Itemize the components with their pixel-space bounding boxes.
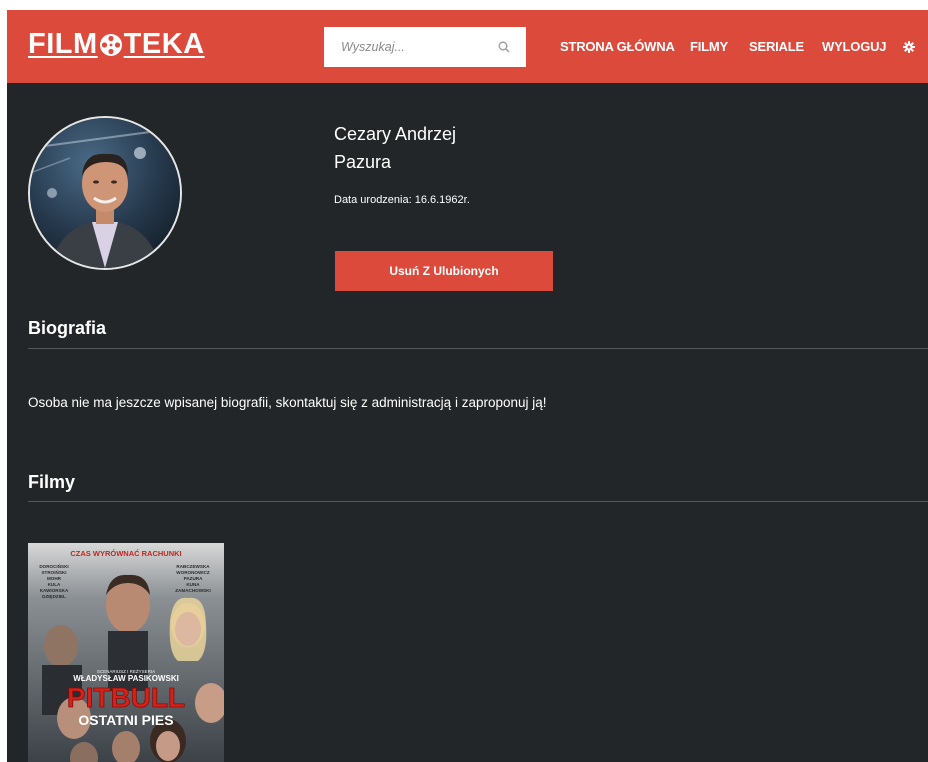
remove-favorite-button[interactable]: Usuń Z Ulubionych bbox=[335, 251, 553, 291]
poster-subtitle: OSTATNI PIES bbox=[78, 712, 173, 728]
page: FILM TEKA STRONA GŁÓWNA FILMY SERIALE WY… bbox=[7, 10, 928, 762]
nav-films[interactable]: FILMY bbox=[690, 39, 728, 54]
person-photo bbox=[30, 118, 180, 268]
search-box bbox=[324, 27, 526, 67]
search-icon[interactable] bbox=[498, 41, 510, 53]
poster-cast-left-2: STROIŃSKI bbox=[41, 568, 66, 575]
site-logo[interactable]: FILM TEKA bbox=[28, 28, 205, 61]
poster-cast-right-3: PAZURA bbox=[184, 576, 203, 581]
birth-date: Data urodzenia: 16.6.1962r. bbox=[334, 194, 470, 206]
logo-text-end: TEKA bbox=[123, 28, 205, 60]
film-reel-icon bbox=[99, 33, 122, 56]
poster-cast-left-4: KULA bbox=[48, 582, 61, 587]
person-name: Cezary Andrzej Pazura bbox=[334, 120, 554, 176]
poster-cast-left-3: MOHR bbox=[47, 576, 62, 581]
search-input[interactable] bbox=[324, 27, 489, 67]
nav-series[interactable]: SERIALE bbox=[749, 39, 804, 54]
biography-divider bbox=[28, 348, 928, 349]
poster-tagline: CZAS WYRÓWNAĆ RACHUNKI bbox=[70, 549, 181, 558]
poster-title: PITBULL bbox=[67, 682, 185, 713]
films-heading: Filmy bbox=[28, 472, 76, 492]
poster-cast-right-1: RABCZEWSKA bbox=[176, 564, 210, 569]
nav-home[interactable]: STRONA GŁÓWNA bbox=[560, 39, 675, 54]
gear-icon[interactable] bbox=[903, 41, 915, 53]
film-poster[interactable]: CZAS WYRÓWNAĆ RACHUNKI DOROCIŃSKI STROIŃ… bbox=[28, 543, 224, 762]
poster-cast-left-5: KAWIORSKA bbox=[40, 588, 69, 593]
poster-cast-right-2: WORONOWICZ bbox=[176, 570, 210, 575]
poster-cast-left-6: DZIĘDZIEL bbox=[42, 594, 66, 599]
logo-text-start: FILM bbox=[28, 28, 98, 60]
biography-text: Osoba nie ma jeszcze wpisanej biografii,… bbox=[28, 395, 547, 410]
person-last-name: Pazura bbox=[334, 152, 392, 172]
biography-heading: Biografia bbox=[28, 318, 107, 338]
poster-cast-right-5: ZAMACHOWSKI bbox=[175, 588, 210, 593]
navbar: FILM TEKA STRONA GŁÓWNA FILMY SERIALE WY… bbox=[7, 10, 928, 83]
films-divider bbox=[28, 501, 928, 502]
person-avatar bbox=[28, 116, 182, 270]
nav-logout[interactable]: WYLOGUJ bbox=[822, 39, 887, 54]
poster-cast-left-1: DOROCIŃSKI bbox=[39, 562, 68, 569]
poster-artwork: CZAS WYRÓWNAĆ RACHUNKI DOROCIŃSKI STROIŃ… bbox=[28, 543, 224, 762]
person-first-names: Cezary Andrzej bbox=[334, 124, 457, 144]
poster-cast-right-4: KUNA bbox=[186, 582, 200, 587]
